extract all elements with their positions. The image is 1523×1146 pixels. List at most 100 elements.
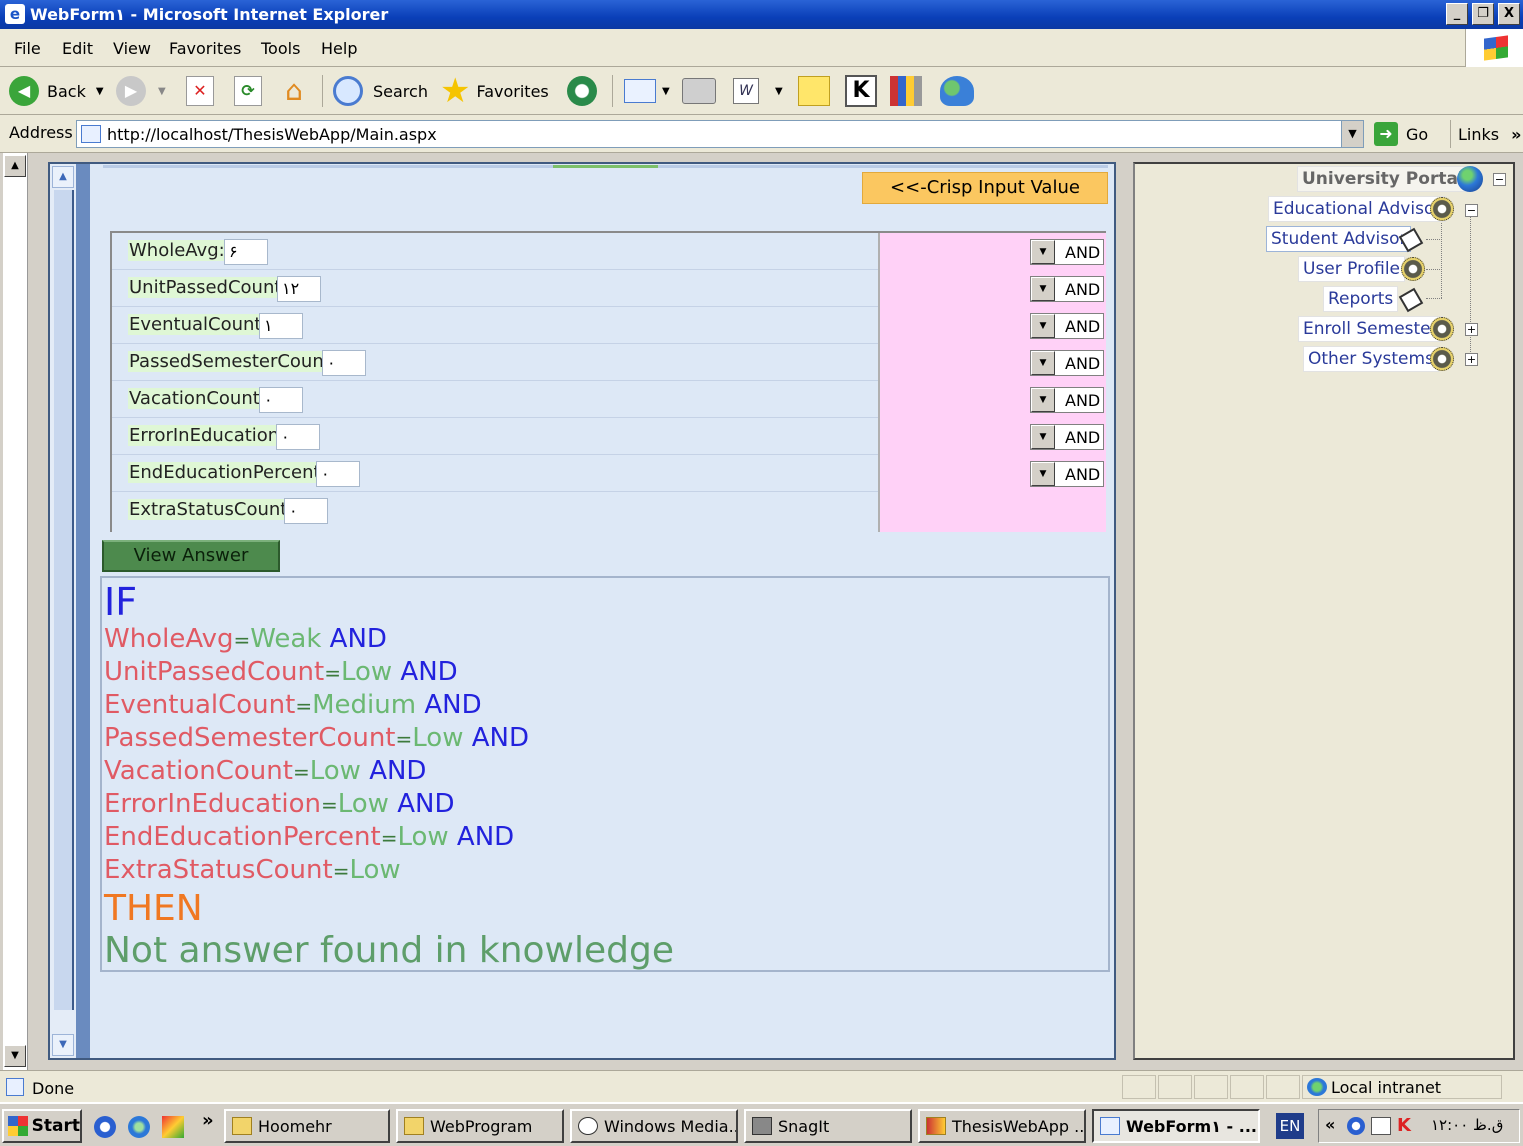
tray-browser-icon[interactable] [1347,1117,1365,1135]
scroll-down-icon[interactable]: ▼ [4,1045,26,1067]
home-button[interactable]: ⌂ [278,74,310,108]
language-indicator[interactable]: EN [1276,1113,1304,1139]
operator-value: AND [1065,465,1101,484]
stop-button[interactable]: ✕ [186,74,214,108]
task-windows-media[interactable]: Windows Media... [570,1109,738,1143]
back-button[interactable]: ◀ Back ▼ [9,74,104,108]
frame-scroll-down-icon[interactable]: ▼ [52,1034,74,1056]
search-button[interactable]: Search [333,74,428,108]
collapse-icon[interactable]: − [1465,204,1478,217]
rule-output: IF WholeAvg=Weak AND UnitPassedCount=Low… [100,576,1110,972]
tree-item-reports[interactable]: Reports [1323,286,1399,312]
ie-page-icon [1100,1117,1120,1135]
menu-help[interactable]: Help [321,39,357,58]
row-result-cell: ▼ AND [878,233,1106,270]
operator-select[interactable]: ▼ AND [1030,387,1104,413]
print-button[interactable] [682,74,716,108]
task-label: Windows Media... [604,1116,738,1136]
edit-dropdown-icon[interactable]: ▼ [775,86,783,97]
tray-antivirus-icon[interactable]: K [1397,1115,1411,1136]
scroll-track[interactable] [54,190,74,1010]
task-webprogram[interactable]: WebProgram [396,1109,564,1143]
quicklaunch-browser-icon[interactable] [94,1116,116,1138]
tree-item-other-systems[interactable]: Other Systems [1303,346,1439,372]
operator-select[interactable]: ▼ AND [1030,239,1104,265]
close-button[interactable]: X [1498,3,1520,25]
task-hoomehr[interactable]: Hoomehr [224,1109,390,1143]
scroll-up-icon[interactable]: ▲ [4,155,26,177]
extrastatuscount-input[interactable]: ٠ [284,498,328,524]
minimize-button[interactable]: _ [1446,3,1468,25]
menu-edit[interactable]: Edit [62,39,93,58]
chevron-down-icon[interactable]: ▼ [1031,388,1055,412]
menu-file[interactable]: File [14,39,41,58]
operator-select[interactable]: ▼ AND [1030,313,1104,339]
refresh-button[interactable]: ⟳ [234,74,262,108]
discuss-button[interactable] [798,74,830,108]
chevron-down-icon[interactable]: ▼ [1031,240,1055,264]
chevron-down-icon[interactable]: ▼ [1031,314,1055,338]
forward-button[interactable]: ▶ ▼ [116,74,166,108]
tree-item-user-profile[interactable]: User Profile [1298,256,1406,282]
unitpassedcount-input[interactable]: ١٢ [277,276,321,302]
page-scrollbar[interactable]: ▲ ▼ [3,153,28,1070]
go-button[interactable]: ➜ Go [1374,120,1428,148]
forward-dropdown-icon[interactable]: ▼ [158,86,166,97]
history-button[interactable] [567,74,597,108]
favorites-button[interactable]: ★ Favorites [440,74,549,108]
maximize-button[interactable]: ❐ [1472,3,1494,25]
chevron-down-icon[interactable]: ▼ [1031,425,1055,449]
address-input[interactable]: http://localhost/ThesisWebApp/Main.aspx … [76,120,1364,148]
crisp-input-button[interactable]: <<-Crisp Input Value [862,172,1108,204]
tray-chevron-icon[interactable]: « [1325,1115,1335,1134]
k-icon: K [845,75,877,107]
operator-select[interactable]: ▼ AND [1030,350,1104,376]
edit-button[interactable]: W ▼ [733,74,783,108]
address-dropdown-icon[interactable]: ▼ [1341,121,1363,147]
menu-favorites[interactable]: Favorites [169,39,241,58]
clause-variable: WholeAvg [104,624,234,654]
collapse-icon[interactable]: − [1493,173,1506,186]
operator-value: AND [1065,391,1101,410]
frame-scrollbar[interactable]: ▲ ▼ [50,164,76,1058]
tree-item-student-advisor[interactable]: Student Advisor [1266,226,1412,252]
globe-icon [1457,166,1483,192]
tree-item-enroll-semester[interactable]: Enroll Semester [1298,316,1443,342]
endeducationpercent-input[interactable]: ٠ [316,461,360,487]
quicklaunch-ie-icon[interactable] [128,1116,150,1138]
operator-select[interactable]: ▼ AND [1030,424,1104,450]
passedsemestercount-input[interactable]: ٠ [322,350,366,376]
tray-network-icon[interactable] [1371,1117,1391,1135]
errorineducation-input[interactable]: ٠ [276,424,320,450]
view-answer-button[interactable]: View Answer [102,540,280,572]
tree-item-educational-advisor[interactable]: Educational Advisor [1268,196,1447,222]
expand-icon[interactable]: + [1465,353,1478,366]
wholeavg-input[interactable]: ۶ [224,239,268,265]
task-snagit[interactable]: SnagIt [744,1109,912,1143]
operator-select[interactable]: ▼ AND [1030,461,1104,487]
menu-view[interactable]: View [113,39,151,58]
quicklaunch-chevron-icon[interactable]: » [202,1110,214,1131]
start-button[interactable]: Start [2,1109,82,1143]
vacationcount-input[interactable]: ٠ [259,387,303,413]
research-button[interactable] [890,74,922,108]
links-button[interactable]: Links » [1450,120,1521,148]
task-thesiswebapp[interactable]: ThesisWebApp ... [918,1109,1086,1143]
expand-icon[interactable]: + [1465,323,1478,336]
chevron-down-icon[interactable]: ▼ [1031,351,1055,375]
mail-button[interactable]: ▼ [624,74,670,108]
chevron-down-icon[interactable]: ▼ [1031,462,1055,486]
mail-dropdown-icon[interactable]: ▼ [662,86,670,97]
rule-clause: EndEducationPercent=Low AND [104,822,514,852]
eventualcount-input[interactable]: ١ [259,313,303,339]
frame-scroll-up-icon[interactable]: ▲ [52,166,74,188]
quicklaunch-app-icon[interactable] [162,1116,184,1138]
messenger-button[interactable] [940,74,974,108]
tree-root[interactable]: University Portal [1297,166,1469,192]
chevron-down-icon[interactable]: ▼ [1031,277,1055,301]
k-button[interactable]: K [845,74,877,108]
menu-tools[interactable]: Tools [261,39,300,58]
back-dropdown-icon[interactable]: ▼ [96,86,104,97]
operator-select[interactable]: ▼ AND [1030,276,1104,302]
task-webform[interactable]: WebForm١ - ... [1092,1109,1260,1143]
